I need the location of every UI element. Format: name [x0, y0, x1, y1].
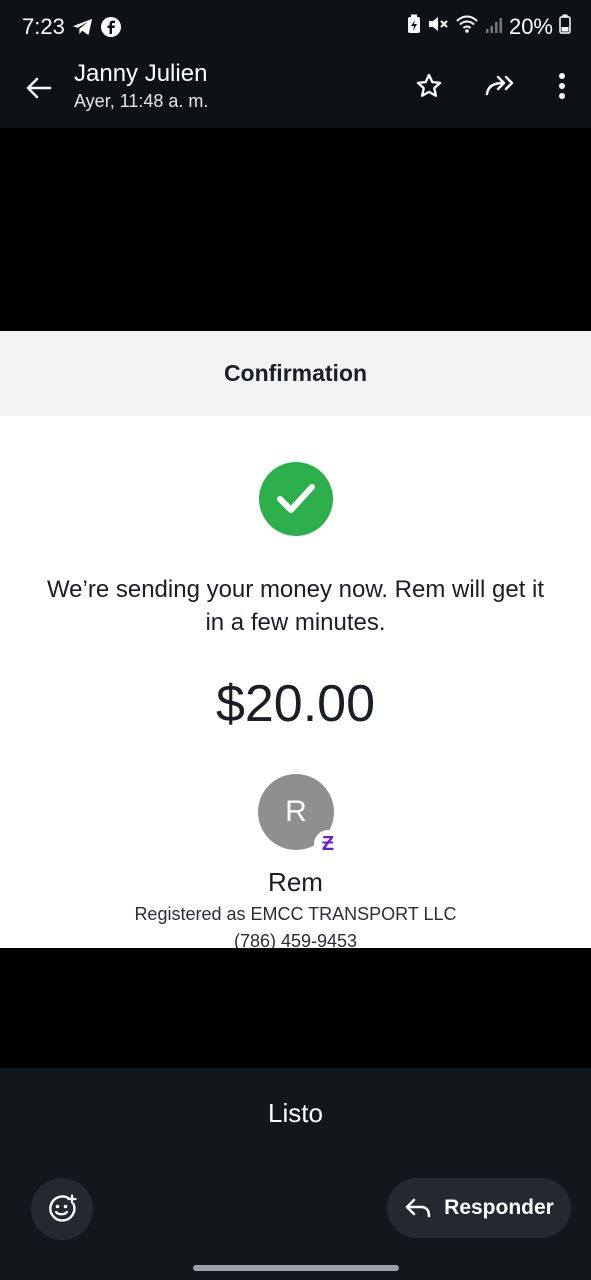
reply-button[interactable]: Responder — [387, 1178, 571, 1238]
receipt-header: Confirmation — [0, 331, 591, 416]
add-reaction-icon — [49, 1194, 77, 1222]
status-system-icons: 20% — [407, 14, 571, 40]
phone-number: (786) 459-9453 — [233, 931, 358, 948]
status-bar: 7:23 20% — [0, 0, 591, 56]
registered-as: Registered as EMCC TRANSPORT LLC — [134, 904, 457, 924]
amount: $20.00 — [215, 675, 376, 733]
status-time: 7:23 — [22, 14, 65, 39]
reply-icon — [405, 1198, 431, 1218]
reaction-button[interactable] — [31, 1178, 93, 1240]
confirmation-message: We’re sending your money now. Rem will g… — [46, 576, 545, 636]
media-caption: Listo — [268, 1098, 323, 1128]
reply-label: Responder — [444, 1196, 554, 1219]
signal-icon — [485, 14, 503, 40]
more-icon — [559, 73, 565, 99]
app-bar-actions — [403, 66, 577, 106]
forward-button[interactable] — [475, 66, 527, 106]
telegram-icon — [72, 17, 94, 42]
bottom-bar: Listo Responder — [0, 1068, 591, 1280]
cash-app-badge-icon: Ƶ — [314, 830, 342, 858]
star-button[interactable] — [403, 66, 455, 106]
recipient-name: Rem — [268, 867, 323, 897]
battery-percentage: 20% — [508, 14, 553, 39]
forward-icon — [485, 75, 514, 96]
back-button[interactable] — [20, 70, 56, 106]
success-check-icon — [259, 462, 333, 536]
more-button[interactable] — [547, 66, 577, 106]
arrow-back-icon — [26, 77, 52, 99]
home-indicator[interactable] — [193, 1265, 399, 1271]
mute-icon — [427, 14, 449, 40]
facebook-icon — [100, 16, 122, 43]
message-time: Ayer, 11:48 a. m. — [74, 91, 209, 111]
wifi-icon — [455, 14, 479, 40]
payment-receipt-image: Confirmation We’re sending your money no… — [0, 331, 591, 948]
battery-icon — [559, 14, 571, 40]
star-icon — [416, 73, 442, 97]
battery-saver-icon — [407, 14, 421, 40]
app-bar: Janny Julien Ayer, 11:48 a. m. — [0, 56, 591, 128]
sender-name: Janny Julien — [74, 60, 208, 87]
status-notification-icons — [72, 16, 122, 43]
